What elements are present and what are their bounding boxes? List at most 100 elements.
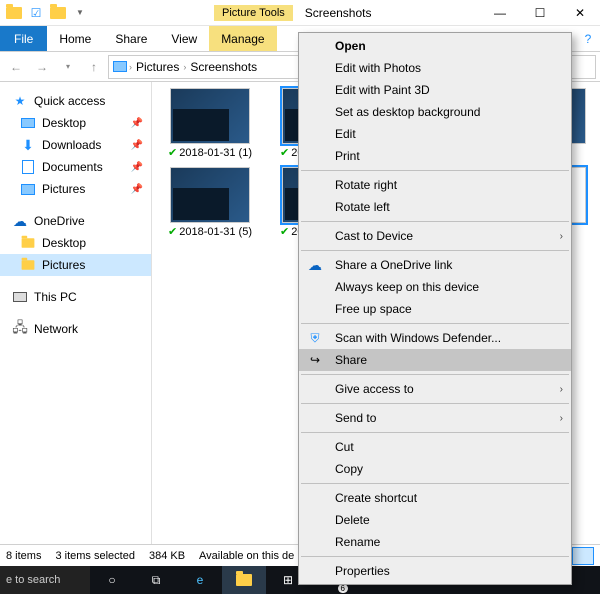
ctx-copy[interactable]: Copy: [299, 458, 571, 480]
tab-share[interactable]: Share: [103, 26, 159, 51]
sidebar-item-od-pictures[interactable]: Pictures: [0, 254, 151, 276]
share-icon: ↪: [307, 352, 323, 368]
cloud-icon: ☁: [12, 213, 28, 229]
mail-badge: 6: [338, 584, 348, 593]
qat-dropdown-icon[interactable]: ▼: [70, 3, 90, 23]
thumbnails-view-button[interactable]: [572, 547, 594, 565]
sidebar-label: This PC: [34, 290, 77, 304]
sidebar-item-label: Pictures: [42, 258, 85, 272]
breadcrumb-pictures[interactable]: Pictures: [134, 60, 181, 74]
ctx-print[interactable]: Print: [299, 145, 571, 167]
document-icon: [20, 159, 36, 175]
ctx-share[interactable]: ↪Share: [299, 349, 571, 371]
chevron-right-icon: ›: [560, 231, 563, 242]
sidebar-item-documents[interactable]: Documents 📌: [0, 156, 151, 178]
sidebar-item-label: Downloads: [42, 138, 101, 152]
sidebar-item-desktop[interactable]: Desktop 📌: [0, 112, 151, 134]
ctx-rotate-right[interactable]: Rotate right: [299, 174, 571, 196]
tab-manage[interactable]: Manage: [209, 26, 276, 51]
sync-check-icon: ✔: [168, 146, 177, 159]
back-button[interactable]: ←: [4, 55, 28, 79]
ctx-properties[interactable]: Properties: [299, 560, 571, 582]
sidebar-item-od-desktop[interactable]: Desktop: [0, 232, 151, 254]
ctx-give-access-to[interactable]: Give access to›: [299, 378, 571, 400]
minimize-button[interactable]: —: [480, 0, 520, 26]
up-button[interactable]: ↑: [82, 55, 106, 79]
contextual-tools-label: Picture Tools: [214, 5, 293, 21]
chevron-right-icon: ›: [560, 384, 563, 395]
ctx-rotate-left[interactable]: Rotate left: [299, 196, 571, 218]
history-dropdown-icon[interactable]: ▾: [56, 55, 80, 79]
ctx-free-up-space[interactable]: Free up space: [299, 298, 571, 320]
ctx-open[interactable]: Open: [299, 35, 571, 57]
sidebar-network[interactable]: 🖧 Network: [0, 318, 151, 340]
shield-icon: ⛨: [307, 330, 323, 346]
explorer-taskbar-icon[interactable]: [222, 566, 266, 594]
cloud-icon: ☁: [307, 257, 323, 273]
ctx-cast-to-device[interactable]: Cast to Device›: [299, 225, 571, 247]
maximize-button[interactable]: ☐: [520, 0, 560, 26]
sidebar-label: OneDrive: [34, 214, 85, 228]
sidebar-label: Network: [34, 322, 78, 336]
folder-icon: [20, 257, 36, 273]
network-icon: 🖧: [12, 321, 28, 337]
folder-icon: [20, 235, 36, 251]
chevron-right-icon: ›: [560, 413, 563, 424]
ctx-send-to[interactable]: Send to›: [299, 407, 571, 429]
taskbar-search-input[interactable]: e to search: [0, 566, 90, 594]
sidebar-item-downloads[interactable]: ⬇ Downloads 📌: [0, 134, 151, 156]
download-icon: ⬇: [20, 137, 36, 153]
ctx-share-onedrive-link[interactable]: ☁Share a OneDrive link: [299, 254, 571, 276]
status-size: 384 KB: [149, 550, 185, 562]
sync-check-icon: ✔: [280, 146, 289, 159]
close-button[interactable]: ✕: [560, 0, 600, 26]
ctx-rename[interactable]: Rename: [299, 531, 571, 553]
sync-check-icon: ✔: [168, 225, 177, 238]
ctx-set-background[interactable]: Set as desktop background: [299, 101, 571, 123]
ctx-create-shortcut[interactable]: Create shortcut: [299, 487, 571, 509]
cortana-icon[interactable]: ○: [90, 566, 134, 594]
explorer-icon: [4, 3, 24, 23]
sidebar-quick-access[interactable]: ★ Quick access: [0, 90, 151, 112]
sidebar-item-label: Desktop: [42, 236, 86, 250]
pin-icon: 📌: [131, 140, 143, 151]
sidebar-this-pc[interactable]: This PC: [0, 286, 151, 308]
qat-newfolder-icon[interactable]: [48, 3, 68, 23]
sidebar-item-label: Documents: [42, 160, 103, 174]
pin-icon: 📌: [131, 184, 143, 195]
ctx-edit[interactable]: Edit: [299, 123, 571, 145]
ctx-scan-defender[interactable]: ⛨Scan with Windows Defender...: [299, 327, 571, 349]
ctx-edit-paint3d[interactable]: Edit with Paint 3D: [299, 79, 571, 101]
titlebar: ☑ ▼ Picture Tools Screenshots — ☐ ✕: [0, 0, 600, 26]
forward-button[interactable]: →: [30, 55, 54, 79]
file-tab[interactable]: File: [0, 26, 47, 51]
sync-check-icon: ✔: [280, 225, 289, 238]
sidebar-item-pictures[interactable]: Pictures 📌: [0, 178, 151, 200]
edge-icon[interactable]: e: [178, 566, 222, 594]
ctx-cut[interactable]: Cut: [299, 436, 571, 458]
file-caption: 2018-01-31 (5): [179, 226, 252, 238]
chevron-right-icon: ›: [183, 62, 186, 72]
file-item[interactable]: ✔2018-01-31 (1): [162, 88, 258, 159]
tab-view[interactable]: View: [159, 26, 209, 51]
sidebar-onedrive[interactable]: ☁ OneDrive: [0, 210, 151, 232]
file-item[interactable]: ✔2018-01-31 (5): [162, 167, 258, 238]
sidebar-item-label: Desktop: [42, 116, 86, 130]
status-item-count: 8 items: [6, 550, 41, 562]
ctx-edit-photos[interactable]: Edit with Photos: [299, 57, 571, 79]
pin-icon: 📌: [131, 118, 143, 129]
pin-icon: 📌: [131, 162, 143, 173]
qat-properties-icon[interactable]: ☑: [26, 3, 46, 23]
ctx-delete[interactable]: Delete: [299, 509, 571, 531]
task-view-icon[interactable]: ⧉: [134, 566, 178, 594]
window-title: Screenshots: [293, 6, 480, 20]
help-icon[interactable]: ?: [576, 26, 600, 51]
pictures-icon: [20, 181, 36, 197]
sidebar-item-label: Pictures: [42, 182, 85, 196]
desktop-icon: [20, 115, 36, 131]
search-placeholder: e to search: [6, 574, 60, 586]
breadcrumb-screenshots[interactable]: Screenshots: [188, 60, 259, 74]
tab-home[interactable]: Home: [47, 26, 103, 51]
ctx-always-keep[interactable]: Always keep on this device: [299, 276, 571, 298]
file-caption: 2018-01-31 (1): [179, 147, 252, 159]
